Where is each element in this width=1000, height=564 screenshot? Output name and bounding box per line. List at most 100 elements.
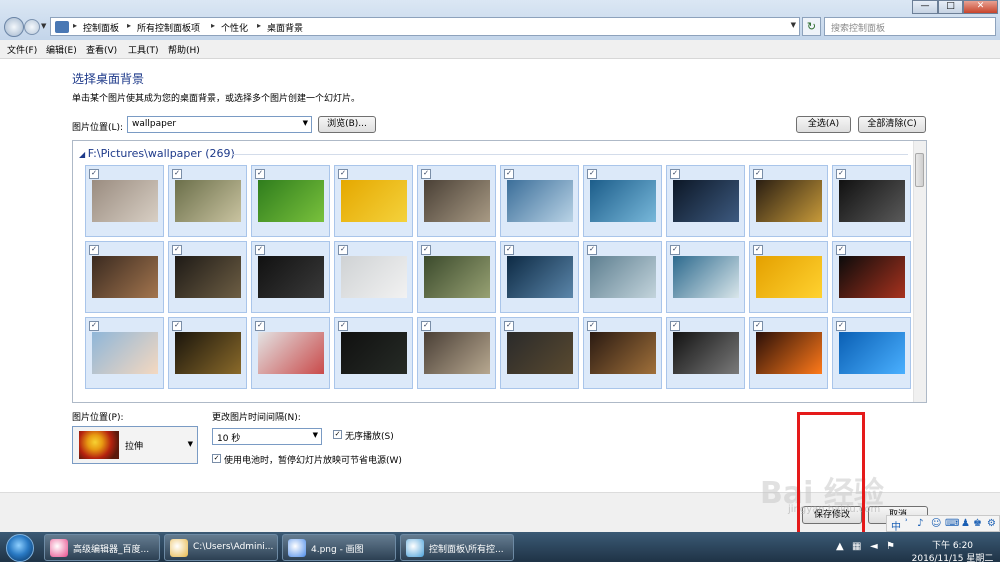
wallpaper-tile[interactable]: ✓: [832, 241, 911, 313]
wallpaper-tile[interactable]: ✓: [251, 241, 330, 313]
breadcrumb-item[interactable]: 桌面背景: [267, 21, 303, 34]
tile-checkbox[interactable]: ✓: [255, 321, 265, 331]
close-button[interactable]: ✕: [963, 0, 998, 14]
chevron-down-icon[interactable]: ▼: [41, 22, 46, 30]
chevron-down-icon[interactable]: ▼: [791, 21, 796, 29]
vertical-scrollbar[interactable]: [913, 141, 926, 402]
tile-checkbox[interactable]: ✓: [504, 245, 514, 255]
ime-keyboard-icon[interactable]: ⌨: [945, 518, 959, 529]
wallpaper-tile[interactable]: ✓: [832, 317, 911, 389]
tile-checkbox[interactable]: ✓: [255, 245, 265, 255]
volume-icon[interactable]: ◄: [870, 541, 878, 552]
taskbar-item[interactable]: 控制面板\所有控...: [400, 534, 514, 561]
wallpaper-tile[interactable]: ✓: [168, 317, 247, 389]
ime-punct-icon[interactable]: ʾ: [905, 518, 908, 529]
flag-icon[interactable]: ⚑: [886, 541, 895, 552]
tile-checkbox[interactable]: ✓: [338, 321, 348, 331]
wallpaper-tile[interactable]: ✓: [85, 165, 164, 237]
tile-checkbox[interactable]: ✓: [670, 169, 680, 179]
wallpaper-tile[interactable]: ✓: [500, 241, 579, 313]
forward-button[interactable]: [24, 19, 40, 35]
wallpaper-tile[interactable]: ✓: [666, 241, 745, 313]
select-all-button[interactable]: 全选(A): [796, 116, 851, 133]
ime-voice-icon[interactable]: ♪: [917, 518, 923, 529]
wallpaper-tile[interactable]: ✓: [85, 317, 164, 389]
wallpaper-tile[interactable]: ✓: [417, 241, 496, 313]
wallpaper-tile[interactable]: ✓: [500, 317, 579, 389]
tile-checkbox[interactable]: ✓: [172, 245, 182, 255]
wallpaper-tile[interactable]: ✓: [417, 317, 496, 389]
ime-skin-icon[interactable]: ♚: [973, 518, 982, 529]
wallpaper-tile[interactable]: ✓: [417, 165, 496, 237]
tile-checkbox[interactable]: ✓: [89, 245, 99, 255]
collapse-icon[interactable]: ◢: [79, 150, 88, 159]
menu-file[interactable]: 文件(F): [7, 43, 37, 56]
position-select[interactable]: 拉伸 ▼: [72, 426, 198, 464]
address-bar[interactable]: ▸ 控制面板 ▸ 所有控制面板项 ▸ 个性化 ▸ 桌面背景 ▼: [50, 17, 800, 36]
wallpaper-tile[interactable]: ✓: [583, 241, 662, 313]
tile-checkbox[interactable]: ✓: [421, 321, 431, 331]
tile-checkbox[interactable]: ✓: [753, 321, 763, 331]
wallpaper-tile[interactable]: ✓: [832, 165, 911, 237]
back-button[interactable]: [4, 17, 24, 37]
ime-settings-icon[interactable]: ⚙: [987, 518, 996, 529]
interval-select[interactable]: 10 秒 ▼: [212, 428, 322, 445]
tile-checkbox[interactable]: ✓: [338, 245, 348, 255]
tile-checkbox[interactable]: ✓: [421, 245, 431, 255]
tile-checkbox[interactable]: ✓: [172, 169, 182, 179]
wallpaper-tile[interactable]: ✓: [251, 317, 330, 389]
tile-checkbox[interactable]: ✓: [670, 321, 680, 331]
search-input[interactable]: 搜索控制面板: [824, 17, 996, 36]
ime-chinese-icon[interactable]: 中: [891, 518, 901, 533]
wallpaper-tile[interactable]: ✓: [168, 241, 247, 313]
wallpaper-tile[interactable]: ✓: [749, 165, 828, 237]
tile-checkbox[interactable]: ✓: [338, 169, 348, 179]
tile-checkbox[interactable]: ✓: [587, 245, 597, 255]
tile-checkbox[interactable]: ✓: [89, 321, 99, 331]
maximize-button[interactable]: □: [938, 0, 963, 14]
tile-checkbox[interactable]: ✓: [504, 169, 514, 179]
battery-checkbox[interactable]: ✓: [212, 454, 221, 463]
tile-checkbox[interactable]: ✓: [670, 245, 680, 255]
group-header[interactable]: ◢ F:\Pictures\wallpaper (269): [79, 147, 235, 160]
wallpaper-tile[interactable]: ✓: [334, 317, 413, 389]
tile-checkbox[interactable]: ✓: [836, 169, 846, 179]
menu-tools[interactable]: 工具(T): [128, 43, 159, 56]
start-button[interactable]: [6, 534, 34, 562]
taskbar-item[interactable]: C:\Users\Admini...: [164, 534, 278, 561]
tile-checkbox[interactable]: ✓: [172, 321, 182, 331]
wallpaper-tile[interactable]: ✓: [583, 165, 662, 237]
ime-user-icon[interactable]: ♟: [961, 518, 970, 529]
wallpaper-tile[interactable]: ✓: [251, 165, 330, 237]
wallpaper-tile[interactable]: ✓: [666, 165, 745, 237]
tile-checkbox[interactable]: ✓: [836, 321, 846, 331]
taskbar-item[interactable]: 4.png - 画图: [282, 534, 396, 561]
menu-view[interactable]: 查看(V): [86, 43, 117, 56]
breadcrumb-item[interactable]: 控制面板: [83, 21, 119, 34]
wallpaper-tile[interactable]: ✓: [666, 317, 745, 389]
tile-checkbox[interactable]: ✓: [504, 321, 514, 331]
menu-edit[interactable]: 编辑(E): [46, 43, 77, 56]
tile-checkbox[interactable]: ✓: [89, 169, 99, 179]
tile-checkbox[interactable]: ✓: [753, 169, 763, 179]
tile-checkbox[interactable]: ✓: [587, 169, 597, 179]
taskbar-item[interactable]: 高级编辑器_百度...: [44, 534, 160, 561]
wallpaper-tile[interactable]: ✓: [334, 165, 413, 237]
tile-checkbox[interactable]: ✓: [587, 321, 597, 331]
wallpaper-tile[interactable]: ✓: [583, 317, 662, 389]
browse-button[interactable]: 浏览(B)...: [318, 116, 376, 133]
wallpaper-tile[interactable]: ✓: [168, 165, 247, 237]
wallpaper-tile[interactable]: ✓: [334, 241, 413, 313]
shuffle-checkbox[interactable]: ✓: [333, 430, 342, 439]
minimize-button[interactable]: —: [912, 0, 938, 14]
tile-checkbox[interactable]: ✓: [836, 245, 846, 255]
ime-toolbar[interactable]: 中 ʾ ♪ ☺ ⌨ ♟ ♚ ⚙: [886, 515, 1000, 533]
network-icon[interactable]: ▦: [852, 541, 861, 552]
menu-help[interactable]: 帮助(H): [168, 43, 200, 56]
wallpaper-tile[interactable]: ✓: [749, 317, 828, 389]
wallpaper-tile[interactable]: ✓: [500, 165, 579, 237]
clear-all-button[interactable]: 全部清除(C): [858, 116, 926, 133]
refresh-button[interactable]: ↻: [802, 17, 821, 36]
location-select[interactable]: wallpaper ▼: [127, 116, 312, 133]
wallpaper-tile[interactable]: ✓: [85, 241, 164, 313]
